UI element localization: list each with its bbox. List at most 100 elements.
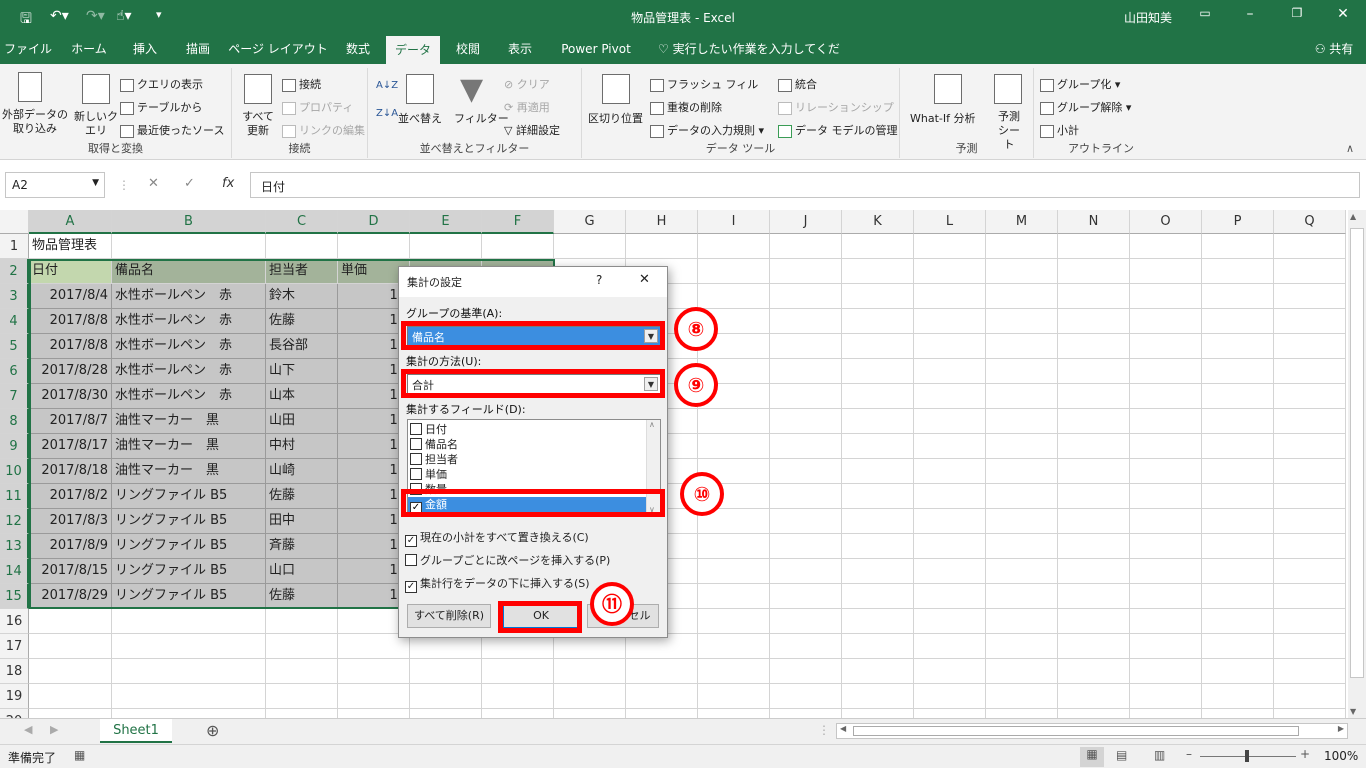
cell[interactable] (1274, 309, 1346, 334)
cell[interactable] (1130, 284, 1202, 309)
cell[interactable] (1274, 484, 1346, 509)
cell[interactable]: 2017/8/28 (29, 359, 112, 384)
cell[interactable] (554, 684, 626, 709)
cell[interactable] (1202, 509, 1274, 534)
horizontal-scrollbar[interactable]: ◀ ▶ (836, 723, 1348, 739)
cell[interactable] (1202, 234, 1274, 259)
close-icon[interactable]: ✕ (1333, 6, 1353, 22)
cell[interactable]: 水性ボールペン 赤 (112, 334, 266, 359)
cell[interactable] (266, 609, 338, 634)
cell[interactable] (1202, 709, 1274, 718)
cell[interactable] (986, 434, 1058, 459)
remove-duplicates-button[interactable]: 重複の削除 (650, 99, 722, 115)
cell[interactable] (1058, 409, 1130, 434)
cell[interactable] (1274, 534, 1346, 559)
cell[interactable] (986, 509, 1058, 534)
cell[interactable] (986, 384, 1058, 409)
column-header[interactable]: C (266, 210, 338, 234)
row-header[interactable]: 12 (0, 509, 29, 534)
remove-all-button[interactable]: すべて削除(R) (407, 604, 491, 628)
cell[interactable] (1058, 659, 1130, 684)
row-header[interactable]: 8 (0, 409, 29, 434)
cell[interactable] (29, 659, 112, 684)
cell[interactable] (626, 684, 698, 709)
cell[interactable] (1274, 684, 1346, 709)
cell[interactable] (770, 309, 842, 334)
cell[interactable] (986, 309, 1058, 334)
cell[interactable] (914, 434, 986, 459)
field-item[interactable]: 単価 (410, 467, 447, 482)
scroll-down-icon[interactable]: ▼ (1350, 707, 1356, 716)
cell[interactable]: 山本 (266, 384, 338, 409)
column-header[interactable]: E (410, 210, 482, 234)
minimize-icon[interactable]: – (1240, 6, 1260, 22)
cell[interactable] (698, 434, 770, 459)
cell[interactable] (1274, 359, 1346, 384)
cell[interactable] (266, 709, 338, 718)
cell[interactable] (1274, 284, 1346, 309)
checkbox[interactable] (410, 423, 422, 435)
cell[interactable] (1202, 334, 1274, 359)
cell[interactable] (914, 234, 986, 259)
row-header[interactable]: 16 (0, 609, 29, 634)
cell[interactable] (1202, 634, 1274, 659)
cell[interactable]: 佐藤 (266, 484, 338, 509)
cell[interactable] (986, 559, 1058, 584)
cell[interactable] (626, 709, 698, 718)
cell[interactable]: 2017/8/7 (29, 409, 112, 434)
cell[interactable] (986, 684, 1058, 709)
cell[interactable] (1202, 584, 1274, 609)
cell[interactable] (698, 709, 770, 718)
field-item[interactable]: 担当者 (410, 452, 458, 467)
cell[interactable]: 水性ボールペン 赤 (112, 309, 266, 334)
cell[interactable] (1274, 584, 1346, 609)
add-sheet-icon[interactable]: ⊕ (206, 721, 219, 740)
scroll-up-icon[interactable]: ▲ (1350, 212, 1356, 221)
cell[interactable] (770, 659, 842, 684)
cell[interactable]: 2017/8/4 (29, 284, 112, 309)
scroll-left-icon[interactable]: ◀ (840, 724, 846, 733)
cell[interactable]: リングファイル B5 (112, 534, 266, 559)
cell[interactable] (1130, 709, 1202, 718)
checkbox[interactable] (410, 453, 422, 465)
column-header[interactable]: O (1130, 210, 1202, 234)
cell[interactable] (1130, 459, 1202, 484)
cell[interactable] (698, 409, 770, 434)
tab-draw[interactable]: 描画 (174, 34, 222, 64)
cell[interactable] (1058, 559, 1130, 584)
cell[interactable] (1130, 509, 1202, 534)
cell[interactable] (842, 534, 914, 559)
cell[interactable] (410, 709, 482, 718)
row-header[interactable]: 13 (0, 534, 29, 559)
cell[interactable] (914, 359, 986, 384)
cell[interactable]: 油性マーカー 黒 (112, 409, 266, 434)
get-external-data-button[interactable]: 外部データの 取り込み (2, 108, 68, 136)
cell[interactable] (1274, 509, 1346, 534)
formula-input[interactable]: 日付 (250, 172, 1360, 198)
subtotal-button[interactable]: 小計 (1040, 122, 1079, 138)
cell[interactable]: 中村 (266, 434, 338, 459)
checkbox[interactable] (410, 468, 422, 480)
row-header[interactable]: 4 (0, 309, 29, 334)
cell[interactable] (770, 684, 842, 709)
cell[interactable] (1130, 559, 1202, 584)
cell[interactable] (1058, 509, 1130, 534)
data-model-button[interactable]: データ モデルの管理 (778, 122, 898, 138)
cell[interactable] (914, 484, 986, 509)
cell[interactable] (770, 409, 842, 434)
cell[interactable] (770, 234, 842, 259)
cell[interactable] (842, 384, 914, 409)
tab-power-pivot[interactable]: Power Pivot (552, 34, 640, 64)
cell[interactable] (698, 609, 770, 634)
new-query-button[interactable]: 新しいク エリ (72, 110, 120, 138)
cell[interactable] (410, 684, 482, 709)
cell[interactable] (1058, 359, 1130, 384)
cell[interactable] (1274, 459, 1346, 484)
enter-icon[interactable]: ✓ (184, 176, 195, 191)
cell[interactable] (1058, 459, 1130, 484)
show-queries-button[interactable]: クエリの表示 (120, 76, 203, 92)
cell[interactable] (1274, 259, 1346, 284)
cell[interactable] (482, 684, 554, 709)
macro-record-icon[interactable]: ▦ (74, 748, 85, 762)
cell[interactable] (1058, 384, 1130, 409)
